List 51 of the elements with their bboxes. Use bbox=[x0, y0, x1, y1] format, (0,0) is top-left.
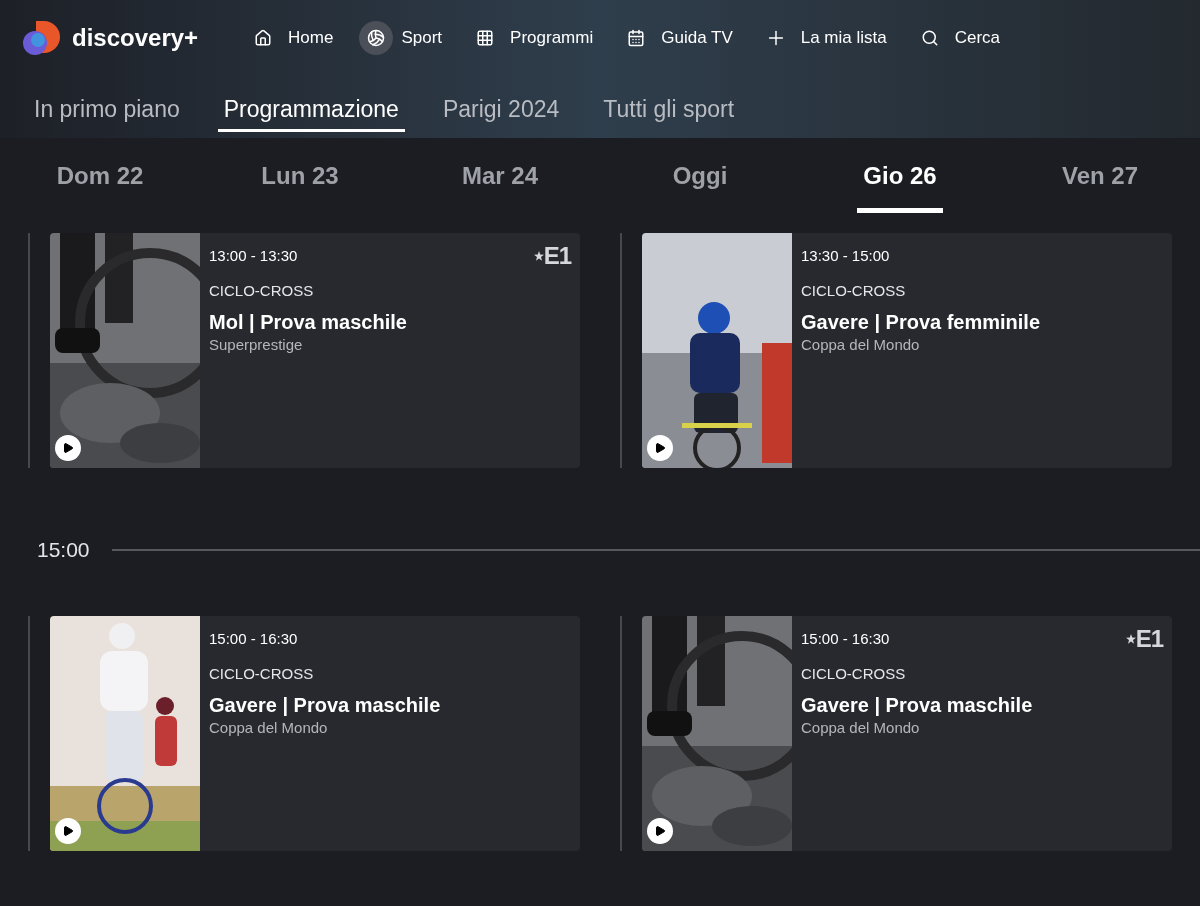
time-range: 13:30 - 15:00 bbox=[801, 247, 890, 265]
program-card[interactable]: 13:00 - 13:30 E1 CICLO-CROSS Mol | Prova maschile Superprestige bbox=[50, 233, 580, 468]
program-card[interactable]: 13:30 - 15:00 CICLO-CROSS Gavere | Prova femminile Coppa del Mondo bbox=[642, 233, 1172, 468]
nav-item[interactable]: Sport bbox=[359, 21, 449, 55]
time-range: 13:00 - 13:30 bbox=[209, 247, 298, 265]
search-icon bbox=[920, 29, 939, 47]
nav-item[interactable]: Home bbox=[246, 21, 340, 55]
play-icon bbox=[654, 442, 666, 454]
day-tab[interactable]: Mar 24 bbox=[455, 158, 544, 213]
sport-label: CICLO-CROSS bbox=[209, 282, 314, 300]
program-title: Gavere | Prova femminile bbox=[801, 310, 1041, 334]
channel-logo: E1 bbox=[1135, 626, 1163, 651]
competition-label: Coppa del Mondo bbox=[801, 336, 920, 354]
competition-label: Superprestige bbox=[209, 336, 303, 354]
program-title: Gavere | Prova maschile bbox=[801, 692, 1033, 717]
competition-label: Coppa del Mondo bbox=[801, 718, 920, 737]
channel-logo: E1 bbox=[543, 244, 571, 268]
day-tab[interactable]: Gio 26 bbox=[857, 158, 943, 213]
sport-label: CICLO-CROSS bbox=[801, 282, 906, 300]
day-tab[interactable]: Dom 22 bbox=[50, 158, 150, 213]
section-tab[interactable]: Parigi 2024 bbox=[436, 92, 566, 132]
program-card[interactable]: 15:00 - 16:30 CICLO-CROSS Gavere | Prova maschile Coppa del Mondo bbox=[50, 615, 580, 851]
sport-label: CICLO-CROSS bbox=[209, 664, 314, 683]
day-tab[interactable]: Ven 27 bbox=[1055, 158, 1145, 213]
logo-text: discovery+ bbox=[72, 23, 199, 53]
time-range: 15:00 - 16:30 bbox=[801, 629, 890, 648]
section-tab[interactable]: Tutti gli sport bbox=[597, 92, 741, 132]
time-range: 15:00 - 16:30 bbox=[209, 629, 298, 648]
grid-icon bbox=[476, 29, 495, 47]
nav-item[interactable]: Guida TV bbox=[619, 21, 739, 55]
time-label: 15:00 bbox=[37, 537, 90, 563]
day-tab[interactable]: Lun 23 bbox=[255, 158, 345, 213]
home-icon bbox=[254, 29, 273, 47]
star-icon bbox=[533, 251, 544, 261]
nav-item[interactable]: La mia lista bbox=[758, 21, 893, 55]
star-icon bbox=[1125, 633, 1136, 644]
nav-item[interactable]: Cerca bbox=[912, 21, 1007, 55]
play-icon bbox=[62, 442, 74, 454]
play-icon bbox=[654, 824, 666, 837]
program-card[interactable]: 15:00 - 16:30 E1 CICLO-CROSS Gavere | Prova maschile Coppa del Mondo bbox=[642, 615, 1172, 851]
program-title: Mol | Prova maschile bbox=[209, 310, 407, 334]
competition-label: Coppa del Mondo bbox=[209, 718, 328, 737]
section-tab[interactable]: In primo piano bbox=[28, 92, 186, 132]
program-title: Gavere | Prova maschile bbox=[209, 692, 441, 717]
section-tab[interactable]: Programmazione bbox=[217, 92, 405, 132]
nav-item[interactable]: Programmi bbox=[468, 21, 600, 55]
sport-label: CICLO-CROSS bbox=[801, 664, 906, 683]
day-tab[interactable]: Oggi bbox=[666, 158, 734, 213]
ball-icon bbox=[367, 29, 386, 47]
play-icon bbox=[62, 824, 74, 837]
calendar-icon bbox=[627, 29, 646, 47]
